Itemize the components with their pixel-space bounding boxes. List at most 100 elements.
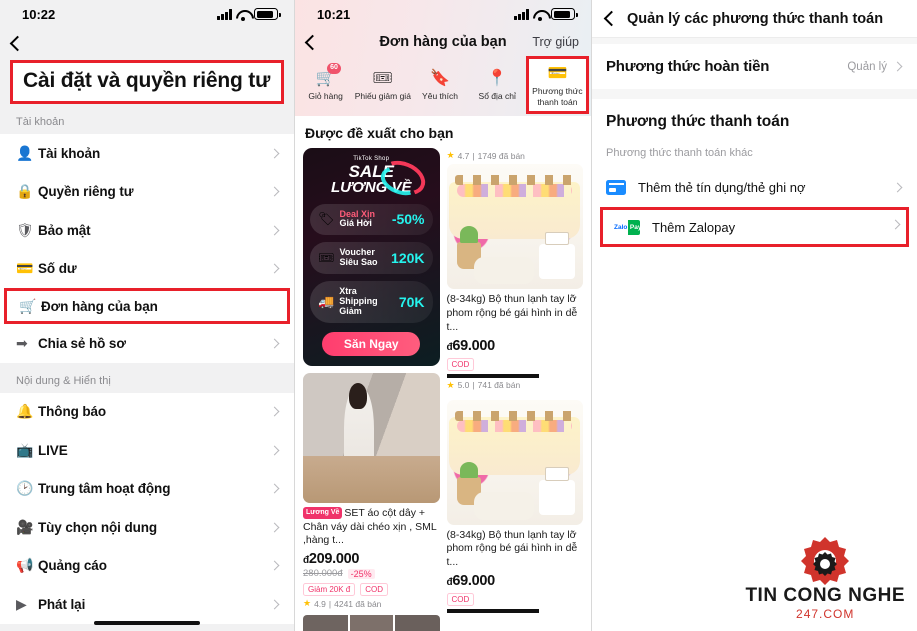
deal-value: -50%	[391, 211, 425, 228]
settings-item-label: Quảng cáo	[38, 558, 107, 574]
section-label-content: Nội dung & Hiển thị	[16, 374, 111, 387]
tab-so-dia-chi[interactable]: 📍 Sổ địa chỉ	[469, 56, 526, 114]
payment-header: Quản lý các phương thức thanh toán	[592, 0, 917, 38]
credit-card-icon: 💳	[547, 65, 568, 83]
orders-titlebar: Đơn hàng của bạn Trợ giúp	[295, 28, 591, 56]
rating-separator: |	[472, 150, 475, 161]
chevron-right-icon	[269, 522, 280, 533]
play-icon: ▶	[16, 595, 27, 612]
tab-label: Phương thức thanh toán	[532, 86, 583, 107]
battery-icon	[254, 8, 281, 20]
chevron-left-icon	[9, 35, 26, 51]
tab-phuong-thuc-thanh-toan[interactable]: 💳 Phương thức thanh toán	[525, 56, 590, 114]
product-card[interactable]: ★ 4.7 | 1749 đã bán (8-34kg) Bộ thun lạn…	[446, 148, 584, 394]
status-bar-orders: 10:21	[295, 0, 591, 28]
price-value: 69.000	[452, 337, 495, 354]
orders-header: 10:21 Đơn hàng của bạn Trợ giúp 🛒 60 Giỏ…	[295, 0, 591, 116]
settings-item-label: LIVE	[38, 442, 68, 458]
sidebar-item-live[interactable]: 📺 LIVE	[0, 431, 294, 470]
chevron-right-icon	[269, 186, 280, 197]
feed-column-right: ★ 4.7 | 1749 đã bán (8-34kg) Bộ thun lạn…	[446, 148, 584, 631]
payment-subsection-label: Phương thức thanh toán khác	[606, 147, 753, 159]
cart-icon: 🛒	[19, 297, 37, 314]
settings-screen: 10:22 Cài đặt và quyền riêng tư Tài khoả…	[0, 0, 295, 631]
cellular-signal-icon	[514, 8, 529, 20]
voucher-percent-icon: 🎟	[318, 250, 335, 266]
sold-count: 741 đã bán	[477, 380, 521, 391]
loading-bar	[446, 609, 540, 614]
sidebar-item-trung-tam-hoat-dong[interactable]: 🕑 Trung tâm hoạt động	[0, 470, 294, 509]
product-price: đ69.000	[447, 570, 584, 589]
refund-method-row[interactable]: Phương thức hoàn tiền Quản lý	[592, 44, 917, 89]
product-name: (8-34kg) Bộ thun lạnh tay lỡ phom rộng b…	[447, 289, 584, 335]
home-indicator	[94, 620, 200, 625]
sidebar-item-don-hang-cua-ban[interactable]: 🛒 Đơn hàng của bạn	[4, 288, 290, 324]
sidebar-item-so-du[interactable]: 💳 Số dư	[0, 250, 294, 289]
sidebar-item-bao-mat[interactable]: 🛡 Bảo mật	[0, 211, 294, 250]
settings-title-highlight: Cài đặt và quyền riêng tư	[0, 58, 294, 104]
status-time: 10:22	[22, 6, 56, 22]
payment-method-add-zalopay[interactable]: Zalo Pay Thêm Zalopay	[600, 207, 909, 247]
wifi-icon	[533, 9, 547, 21]
chevron-right-icon	[892, 182, 903, 192]
promo-deal-row: 🏷 Deal Xịn Giá Hời -50%	[310, 203, 433, 236]
payment-method-add-card[interactable]: Thêm thẻ tín dụng/thẻ ghi nợ	[592, 167, 917, 207]
sidebar-item-tai-khoan[interactable]: 👤 Tài khoản	[0, 134, 294, 173]
promo-deal-row: 🎟 Voucher Siêu Sao 120K	[310, 242, 433, 275]
section-label-account: Tài khoản	[16, 116, 65, 128]
price-tag-icon: 🏷	[318, 211, 335, 227]
product-name-text: (8-34kg) Bộ thun lạnh tay lỡ phom rộng b…	[446, 293, 578, 333]
deal-value: 120K	[391, 250, 425, 267]
settings-item-label: Thông báo	[38, 404, 107, 420]
payment-method-label: Thêm Zalopay	[652, 219, 736, 235]
chevron-right-icon	[269, 445, 280, 456]
chevron-right-icon	[269, 338, 280, 349]
credit-card-icon	[606, 179, 626, 195]
tab-yeu-thich[interactable]: 🔖 Yêu thích	[411, 56, 468, 114]
sidebar-item-chia-se-ho-so[interactable]: ➡ Chia sẻ hồ sơ	[0, 324, 294, 363]
sidebar-item-phat-lai[interactable]: ▶ Phát lại	[0, 585, 294, 624]
settings-item-label: Số dư	[38, 261, 77, 277]
product-card[interactable]: (8-34kg) Bộ thun lạnh tay lỡ phom rộng b…	[446, 399, 584, 614]
sidebar-item-thong-bao[interactable]: 🔔 Thông báo	[0, 393, 294, 432]
sidebar-item-quang-cao[interactable]: 📢 Quảng cáo	[0, 547, 294, 586]
product-image	[446, 399, 583, 525]
tab-label: Yêu thích	[422, 91, 458, 102]
product-badge: Giảm 20K đ	[303, 583, 356, 597]
orders-tabs: 🛒 60 Giỏ hàng 🎟 Phiếu giảm giá 🔖 Yêu thí…	[295, 56, 591, 114]
tab-phieu-giam-gia[interactable]: 🎟 Phiếu giảm giá	[354, 56, 411, 114]
product-card[interactable]: Lương Về SET áo cột dây + Chân váy dài ch…	[303, 372, 440, 631]
product-image	[446, 164, 583, 289]
payment-methods-screen: Quản lý các phương thức thanh toán Phươn…	[592, 0, 917, 631]
section-divider	[592, 89, 917, 99]
chevron-right-icon	[269, 263, 280, 274]
settings-back-button[interactable]	[0, 28, 294, 58]
refund-manage-link[interactable]: Quản lý	[847, 61, 887, 73]
deal-line-2: Siêu Sao	[339, 257, 378, 268]
chevron-right-icon	[269, 560, 280, 571]
shipping-truck-icon: 🚚	[318, 293, 335, 309]
sidebar-item-tuy-chon-noi-dung[interactable]: 🎥 Tùy chọn nội dung	[0, 508, 294, 547]
help-link[interactable]: Trợ giúp	[532, 35, 579, 49]
payment-page-title: Quản lý các phương thức thanh toán	[627, 10, 884, 27]
cellular-signal-icon	[217, 8, 232, 20]
deal-line-1: Xtra Shipping	[339, 286, 378, 306]
wifi-icon	[236, 9, 250, 21]
tab-label: Giỏ hàng	[308, 91, 343, 102]
tab-gio-hang[interactable]: 🛒 60 Giỏ hàng	[297, 56, 354, 114]
chevron-right-icon	[269, 599, 280, 610]
sidebar-item-quyen-rieng-tu[interactable]: 🔒 Quyền riêng tư	[0, 173, 294, 212]
product-feed: TikTok Shop SALE LƯƠNG VỀ 🏷 Deal Xịn Giá…	[295, 148, 591, 631]
chevron-left-icon[interactable]	[603, 10, 620, 27]
settings-group-content: 🔔 Thông báo 📺 LIVE 🕑 Trung tâm hoạt động…	[0, 392, 294, 624]
promo-deal-row: 🚚 Xtra Shipping Giảm 70K	[310, 281, 433, 323]
payment-method-label: Thêm thẻ tín dụng/thẻ ghi nợ	[638, 179, 806, 195]
product-rating: ★ 4.7 | 1749 đã bán	[447, 148, 584, 164]
cart-badge: 60	[326, 63, 342, 74]
screenshot-root: 10:22 Cài đặt và quyền riêng tư Tài khoả…	[0, 0, 917, 631]
promo-banner[interactable]: TikTok Shop SALE LƯƠNG VỀ 🏷 Deal Xịn Giá…	[303, 148, 440, 366]
promo-cta-button[interactable]: Săn Ngay	[322, 331, 421, 356]
settings-item-label: Trung tâm hoạt động	[38, 481, 171, 497]
wallet-icon: 💳	[16, 260, 34, 277]
product-name-text: (8-34kg) Bộ thun lạnh tay lỡ phom rộng b…	[446, 528, 578, 569]
